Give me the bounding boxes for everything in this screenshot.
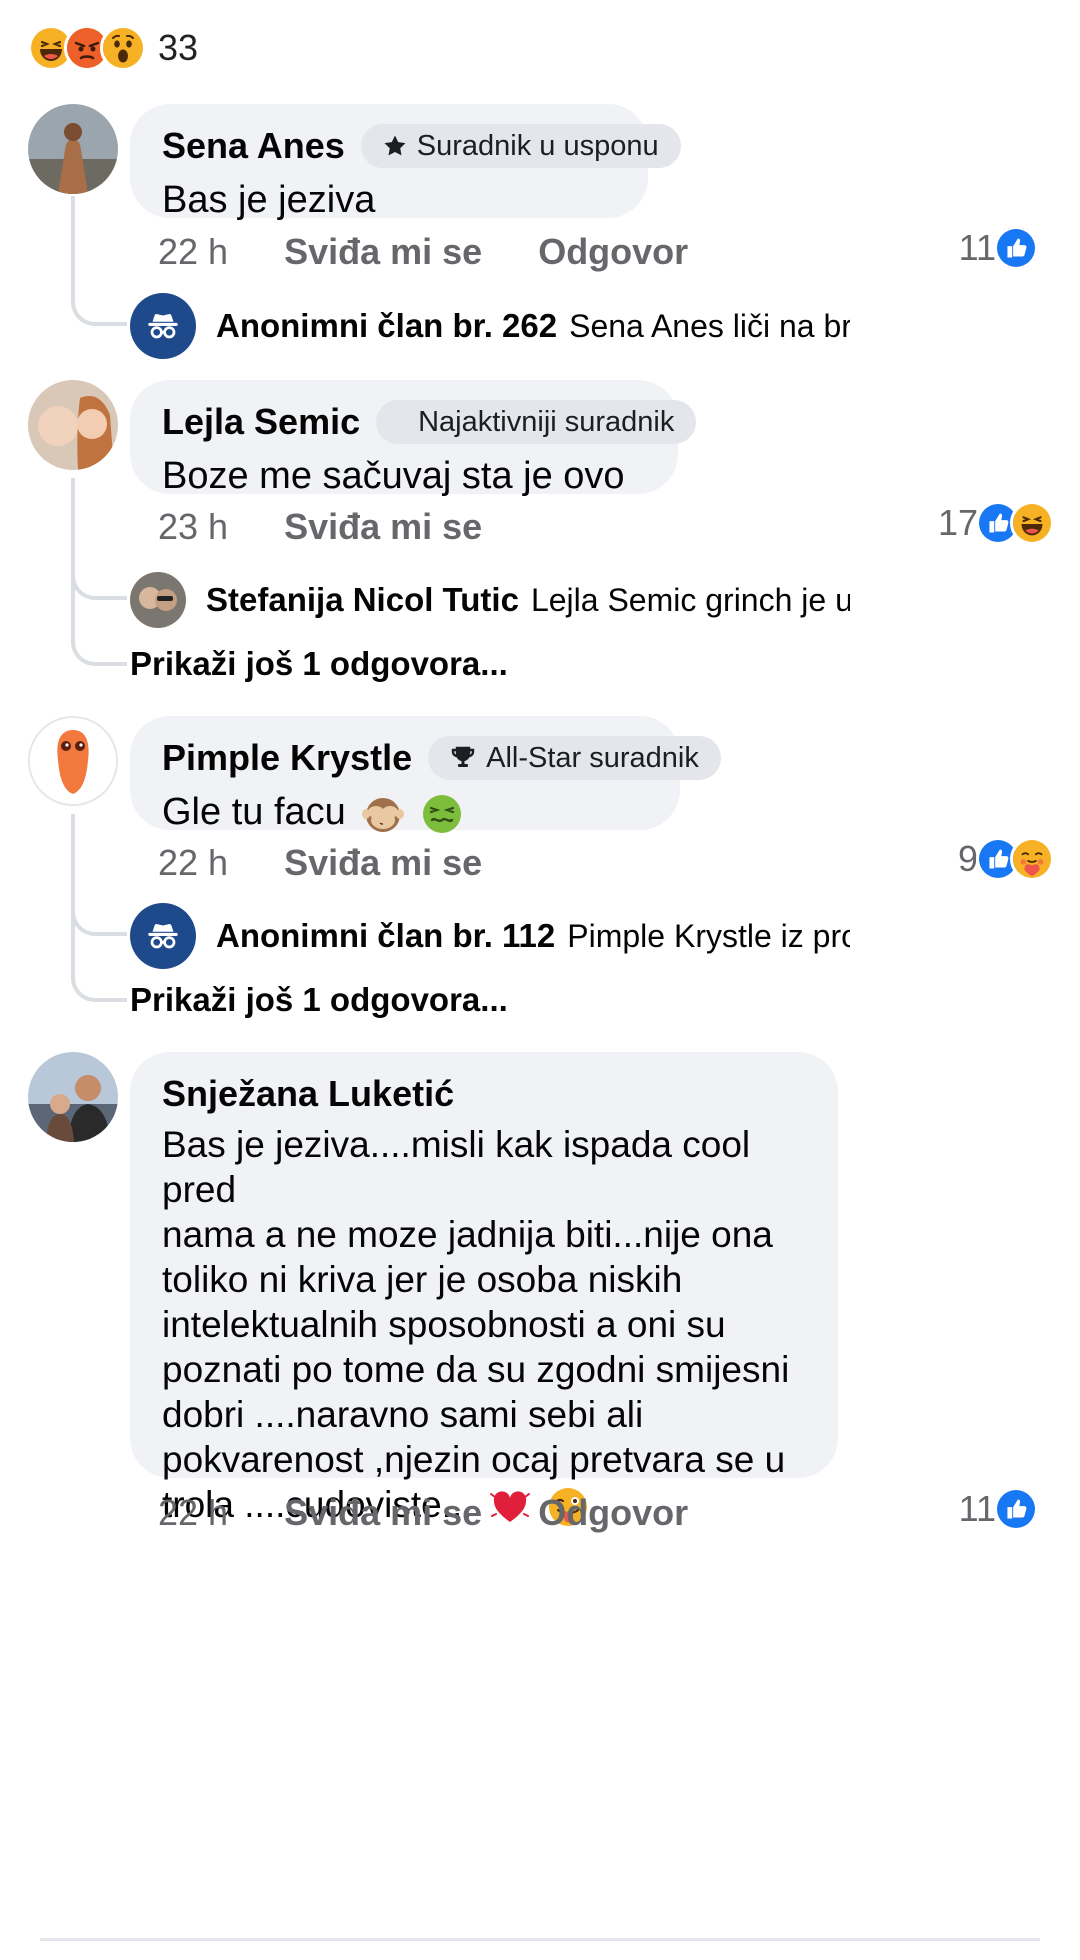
comment-bubble[interactable]: Snježana Luketić Bas je jeziva....misli … xyxy=(130,1052,838,1527)
comment-time[interactable]: 22 h xyxy=(158,1492,228,1534)
anonymous-member-icon xyxy=(130,903,196,969)
comment-author[interactable]: Sena Anes xyxy=(162,125,345,167)
comment-bubble[interactable]: Sena Anes Suradnik u usponu Bas je jeziv… xyxy=(130,104,681,221)
comment-text: Boze me sačuvaj sta je ovo xyxy=(162,455,625,497)
thread-connector xyxy=(71,600,127,666)
like-icon xyxy=(994,1487,1038,1531)
comment-text-line: intelektualnih sposobnosti a oni su xyxy=(162,1304,726,1345)
view-more-replies-link[interactable]: Prikaži još 1 odgovora... xyxy=(130,981,508,1019)
wow-icon xyxy=(100,25,146,71)
view-more-replies-link[interactable]: Prikaži još 1 odgovora... xyxy=(130,645,508,683)
contributor-badge[interactable]: Najaktivniji suradnik xyxy=(376,400,697,444)
comment-author[interactable]: Snježana Luketić xyxy=(162,1073,454,1115)
thread-connector xyxy=(71,260,127,326)
comment-text: Bas je jeziva xyxy=(162,179,376,221)
reply-text: Sena Anes liči na brati... xyxy=(569,307,850,344)
comment-reactions[interactable]: 9 xyxy=(958,837,1054,881)
comment-text-line: pokvarenost ,njezin ocaj pretvara se u xyxy=(162,1439,786,1480)
reaction-count: 9 xyxy=(957,838,978,879)
reply-preview[interactable]: Anonimni član br. 112 Pimple Krystle iz … xyxy=(130,902,850,970)
avatar[interactable] xyxy=(28,380,118,470)
like-button[interactable]: Sviđa mi se xyxy=(284,231,482,273)
reaction-count: 11 xyxy=(958,1488,996,1529)
thread-connector xyxy=(71,896,127,936)
comment-meta: 22 h Sviđa mi se Odgovor xyxy=(158,1488,688,1538)
comment-bubble[interactable]: Pimple Krystle All-Star suradnik Gle tu … xyxy=(130,716,721,833)
reaction-summary[interactable]: 33 xyxy=(28,22,198,74)
reply-text: Pimple Krystle iz profil... xyxy=(567,917,850,954)
reply-button[interactable]: Odgovor xyxy=(538,1492,688,1534)
comment-author[interactable]: Pimple Krystle xyxy=(162,737,412,779)
comment-meta: 23 h Sviđa mi se xyxy=(158,502,482,552)
divider xyxy=(40,1938,1040,1941)
reaction-count: 17 xyxy=(937,502,978,543)
comment-text-line: dobri ....naravno sami sebi ali xyxy=(162,1394,644,1435)
avatar[interactable] xyxy=(28,716,118,806)
thread-connector xyxy=(71,936,127,1002)
care-icon xyxy=(1010,837,1054,881)
trophy-icon xyxy=(450,745,476,771)
badge-label: Najaktivniji suradnik xyxy=(418,405,675,438)
reply-author[interactable]: Anonimni član br. 112 xyxy=(216,917,555,955)
like-button[interactable]: Sviđa mi se xyxy=(284,506,482,548)
comment-time[interactable]: 23 h xyxy=(158,506,228,548)
like-button[interactable]: Sviđa mi se xyxy=(284,842,482,884)
comment-author[interactable]: Lejla Semic xyxy=(162,401,360,443)
comment-meta: 22 h Sviđa mi se Odgovor xyxy=(158,227,688,277)
reply-preview[interactable]: Stefanija Nicol Tutic Lejla Semic grinch… xyxy=(130,566,850,634)
reply-text: Lejla Semic grinch je ukr... xyxy=(530,581,850,618)
contributor-badge[interactable]: All-Star suradnik xyxy=(428,736,721,780)
comment-reactions[interactable]: 11 xyxy=(959,226,1038,270)
comment-reactions[interactable]: 11 xyxy=(959,1487,1038,1531)
comment-time[interactable]: 22 h xyxy=(158,842,228,884)
comment-text: Gle tu facu xyxy=(162,784,648,840)
comment-text-line: nama a ne moze jadnija biti...nije ona xyxy=(162,1214,773,1255)
reaction-count: 33 xyxy=(158,27,199,68)
avatar[interactable] xyxy=(130,572,186,628)
reply-button[interactable]: Odgovor xyxy=(538,231,688,273)
reaction-count: 11 xyxy=(958,227,996,268)
comment-reactions[interactable]: 17 xyxy=(938,501,1054,545)
like-icon xyxy=(994,226,1038,270)
reply-author[interactable]: Stefanija Nicol Tutic xyxy=(206,581,519,619)
thread-connector xyxy=(71,560,127,600)
reply-preview[interactable]: Anonimni član br. 262 Sena Anes liči na … xyxy=(130,292,850,360)
anonymous-member-icon xyxy=(130,293,196,359)
nauseated-face-icon xyxy=(421,793,463,835)
badge-label: All-Star suradnik xyxy=(486,741,699,774)
comment-text-line: Bas je jeziva....misli kak ispada cool p… xyxy=(162,1124,751,1210)
comment-bubble[interactable]: Lejla Semic Najaktivniji suradnik Boze m… xyxy=(130,380,697,497)
avatar[interactable] xyxy=(28,104,118,194)
comment-time[interactable]: 22 h xyxy=(158,231,228,273)
reply-author[interactable]: Anonimni član br. 262 xyxy=(216,307,557,345)
comment-text-line: toliko ni kriva jer je osoba niskih xyxy=(162,1259,683,1300)
comment-text-content: Gle tu facu xyxy=(162,791,346,833)
haha-icon xyxy=(1010,501,1054,545)
comment-text: Bas je jeziva....misli kak ispada cool p… xyxy=(162,1122,806,1528)
see-no-evil-monkey-icon xyxy=(362,793,405,835)
contributor-badge[interactable]: Suradnik u usponu xyxy=(360,124,681,168)
comment-meta: 22 h Sviđa mi se xyxy=(158,838,482,888)
comment-text-line: poznati po tome da su zgodni smijesni xyxy=(162,1349,790,1390)
badge-label: Suradnik u usponu xyxy=(416,129,659,162)
avatar[interactable] xyxy=(28,1052,118,1142)
like-button[interactable]: Sviđa mi se xyxy=(284,1492,482,1534)
star-icon xyxy=(383,134,407,158)
